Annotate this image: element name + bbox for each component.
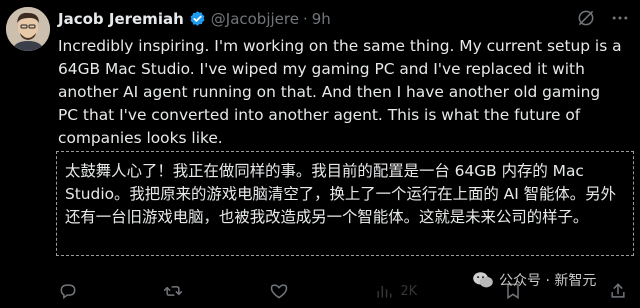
views-icon xyxy=(377,286,392,298)
avatar[interactable] xyxy=(6,7,50,51)
translation-box: 太鼓舞人心了！我正在做同样的事。我目前的配置是一台 64GB 内存的 Mac S… xyxy=(56,151,634,256)
watermark-text: 公众号 · 新智元 xyxy=(499,273,597,289)
share-icon xyxy=(611,283,625,298)
verified-badge-icon xyxy=(188,10,207,29)
author-handle[interactable]: @Jacobjjere xyxy=(211,10,299,28)
separator-dot: · xyxy=(302,10,308,28)
views-count: 2K xyxy=(400,283,418,299)
wechat-icon xyxy=(473,272,493,288)
watermark: 公众号 · 新智元 xyxy=(472,270,596,290)
timestamp[interactable]: 9h xyxy=(312,10,331,28)
views-button[interactable]: 2K xyxy=(374,281,417,301)
like-icon xyxy=(270,284,288,299)
tweet-top-actions xyxy=(576,8,630,32)
more-icon[interactable] xyxy=(610,8,630,32)
like-button[interactable] xyxy=(269,281,289,301)
tweet-text: Incredibly inspiring. I'm working on the… xyxy=(58,37,622,147)
reply-button[interactable] xyxy=(58,281,78,301)
retweet-button[interactable] xyxy=(163,281,183,301)
reply-icon xyxy=(60,284,76,300)
tweet: Jacob Jeremiah @Jacobjjere · 9h Incredib… xyxy=(0,0,640,308)
share-button[interactable] xyxy=(608,281,628,301)
avatar-photo xyxy=(6,7,50,51)
author-name[interactable]: Jacob Jeremiah xyxy=(58,10,184,28)
tweet-header: Jacob Jeremiah @Jacobjjere · 9h xyxy=(58,8,630,30)
retweet-icon xyxy=(164,286,183,296)
grok-icon[interactable] xyxy=(576,8,596,32)
